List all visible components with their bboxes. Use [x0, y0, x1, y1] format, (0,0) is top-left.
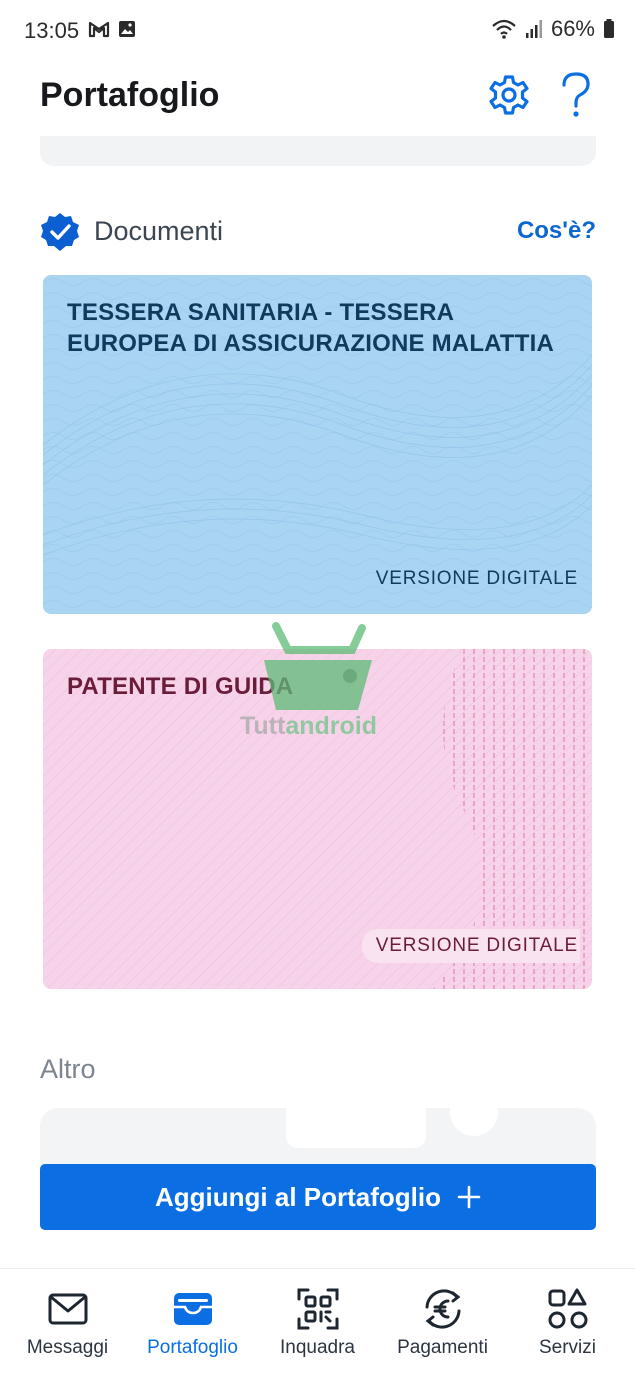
nav-item-inquadra[interactable]: Inquadra	[254, 1269, 381, 1376]
nav-item-servizi[interactable]: Servizi	[504, 1269, 631, 1376]
euro-icon	[425, 1289, 460, 1329]
add-to-wallet-label: Aggiungi al Portafoglio	[155, 1181, 441, 1212]
battery-percent: 66%	[550, 16, 595, 41]
nav-item-messaggi[interactable]: Messaggi	[4, 1269, 131, 1376]
documents-section-title: Documenti	[94, 216, 224, 246]
whats-this-link[interactable]: Cos'è?	[517, 217, 596, 245]
nav-label: Messaggi	[26, 1337, 109, 1358]
gear-icon[interactable]	[486, 72, 532, 118]
add-to-wallet-button[interactable]: Aggiungi al Portafoglio	[40, 1164, 596, 1230]
watermark-text: Tuttandroid	[240, 712, 378, 740]
battery-icon	[604, 19, 614, 38]
top-card-partial[interactable]	[40, 136, 596, 166]
qr-scan-icon	[297, 1288, 338, 1330]
app-header: Portafoglio	[0, 64, 635, 134]
other-card-partial[interactable]	[40, 1108, 596, 1168]
other-section-title: Altro	[40, 1054, 96, 1084]
license-card-digital-badge: VERSIONE DIGITALE	[361, 929, 580, 963]
health-card-digital-badge: VERSIONE DIGITALE	[375, 568, 578, 589]
documents-section-header: Documenti Cos'è?	[40, 212, 596, 256]
nav-item-portafoglio[interactable]: Portafoglio	[129, 1269, 256, 1376]
plus-icon	[457, 1185, 481, 1209]
services-grid-icon	[548, 1288, 587, 1329]
verified-check-icon	[41, 213, 79, 251]
health-card[interactable]: TESSERA SANITARIA - TESSERA EUROPEA DI A…	[43, 275, 592, 614]
nav-label: Pagamenti	[397, 1337, 488, 1358]
mail-icon	[48, 1293, 87, 1325]
status-bar: 13:05 66%	[0, 0, 635, 60]
help-icon[interactable]	[554, 70, 598, 120]
page-title: Portafoglio	[40, 76, 220, 114]
nav-item-pagamenti[interactable]: Pagamenti	[379, 1269, 506, 1376]
bottom-nav: Messaggi Portafoglio Inquadra Pagamenti …	[0, 1268, 635, 1376]
status-time: 13:05	[24, 18, 80, 43]
signal-icon	[525, 20, 542, 38]
wallet-icon	[173, 1293, 212, 1325]
health-card-title: TESSERA SANITARIA - TESSERA EUROPEA DI A…	[67, 299, 555, 357]
gallery-icon	[119, 21, 135, 37]
nav-label: Portafoglio	[147, 1337, 238, 1358]
tuttandroid-watermark: Tuttandroid	[240, 620, 400, 750]
nav-label: Inquadra	[279, 1337, 355, 1358]
wifi-icon	[492, 19, 516, 39]
nav-label: Servizi	[538, 1337, 596, 1358]
android-logo-icon	[264, 622, 372, 710]
status-right: 66%	[491, 16, 615, 42]
card-shape	[286, 1108, 426, 1148]
card-shape	[450, 1108, 498, 1136]
gmail-icon	[88, 21, 110, 38]
